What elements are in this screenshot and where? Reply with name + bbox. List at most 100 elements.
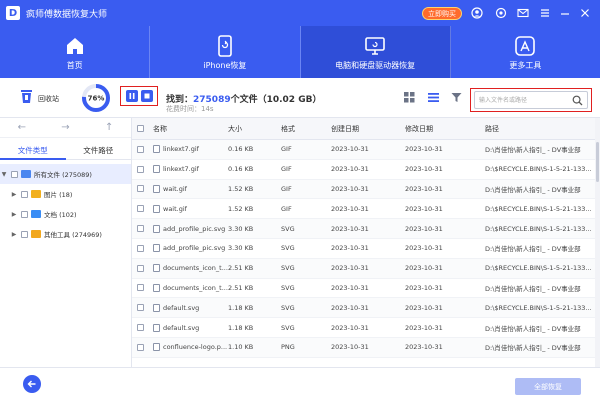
checkbox[interactable] xyxy=(11,170,18,178)
row-checkbox[interactable] xyxy=(137,343,144,351)
tree-item-other[interactable]: ▶ 其他工具 (274969) xyxy=(0,224,131,244)
file-name: confluence-logo.p... xyxy=(163,343,228,352)
checkbox[interactable] xyxy=(21,190,28,198)
row-checkbox[interactable] xyxy=(137,304,144,312)
recover-all-button[interactable]: 全部恢复 xyxy=(515,378,581,395)
file-size: 1.52 KB xyxy=(228,184,254,193)
nav-item-pc-recovery[interactable]: 电脑和硬盘驱动器恢复 xyxy=(300,26,451,78)
home-icon xyxy=(64,34,86,58)
row-checkbox[interactable] xyxy=(137,264,144,272)
stop-button[interactable] xyxy=(140,90,153,102)
file-path: D:\肖佳怡\新人指引_ - DV事业部 xyxy=(485,284,581,293)
mail-icon[interactable] xyxy=(516,6,530,20)
row-checkbox[interactable] xyxy=(137,165,144,173)
close-icon[interactable] xyxy=(578,6,592,20)
header-format[interactable]: 格式 xyxy=(281,124,331,134)
user-icon[interactable] xyxy=(470,6,484,20)
buy-now-button[interactable]: 立即购买 xyxy=(422,7,462,20)
header-size[interactable]: 大小 xyxy=(228,124,281,134)
row-checkbox[interactable] xyxy=(137,205,144,213)
file-icon xyxy=(153,323,160,332)
row-checkbox[interactable] xyxy=(137,284,144,292)
row-checkbox[interactable] xyxy=(137,225,144,233)
modified-date: 2023-10-31 xyxy=(405,145,443,154)
modified-date: 2023-10-31 xyxy=(405,165,443,174)
row-checkbox[interactable] xyxy=(137,244,144,252)
app-title: 疯师傅数据恢复大师 xyxy=(26,9,108,20)
table-row[interactable]: add_profile_pic.svg 3.30 KB SVG 2023-10-31 2… xyxy=(132,239,600,259)
nav-item-label: iPhone恢复 xyxy=(203,60,247,70)
expand-right-icon[interactable]: ▶ xyxy=(10,191,18,198)
file-format: SVG xyxy=(281,264,295,273)
nav-item-iphone[interactable]: iPhone恢复 xyxy=(150,26,301,78)
table-row[interactable]: documents_icon_t... 2.51 KB SVG 2023-10-31 2… xyxy=(132,279,600,299)
file-path: D:\$RECYCLE.BIN\S-1-5-21-133... xyxy=(485,224,592,233)
list-view-icon[interactable] xyxy=(428,92,439,105)
checkbox[interactable] xyxy=(21,210,28,218)
row-checkbox[interactable] xyxy=(137,324,144,332)
created-date: 2023-10-31 xyxy=(331,323,369,332)
file-format: SVG xyxy=(281,224,295,233)
file-name: default.svg xyxy=(163,303,200,312)
file-name: wait.gif xyxy=(163,184,187,193)
vertical-scrollbar[interactable] xyxy=(595,118,600,367)
modified-date: 2023-10-31 xyxy=(405,244,443,253)
pause-button[interactable] xyxy=(125,90,138,102)
nav-item-label: 首页 xyxy=(66,60,83,70)
minimize-icon[interactable] xyxy=(558,6,572,20)
table-row[interactable]: confluence-logo.p... 1.10 KB PNG 2023-10-31… xyxy=(132,337,600,358)
forward-arrow-icon[interactable]: → xyxy=(61,122,69,133)
file-name: wait.gif xyxy=(163,204,187,213)
nav-item-home[interactable]: 首页 xyxy=(0,26,151,78)
file-table: 名称 大小 格式 创建日期 修改日期 路径 linkext7.gif 0.16 K… xyxy=(132,118,600,367)
header-modified[interactable]: 修改日期 xyxy=(405,124,485,134)
table-row[interactable]: default.svg 1.18 KB SVG 2023-10-31 2023-10-3… xyxy=(132,298,600,319)
file-icon xyxy=(153,224,160,233)
checkbox[interactable] xyxy=(21,230,28,238)
back-arrow-icon[interactable]: ← xyxy=(18,122,26,133)
scroll-thumb[interactable] xyxy=(596,142,599,182)
table-row[interactable]: wait.gif 1.52 KB GIF 2023-10-31 2023-10-31 D:… xyxy=(132,199,600,220)
table-row[interactable]: documents_icon_t... 2.51 KB SVG 2023-10-31 2… xyxy=(132,258,600,279)
tree-item-images[interactable]: ▶ 图片 (18) xyxy=(0,184,131,204)
tree-item-documents[interactable]: ▶ 文档 (102) xyxy=(0,204,131,224)
table-row[interactable]: default.svg 1.18 KB SVG 2023-10-31 2023-10-3… xyxy=(132,318,600,338)
file-format: GIF xyxy=(281,204,292,213)
table-row[interactable]: linkext7.gif 0.16 KB GIF 2023-10-31 2023-10-… xyxy=(132,160,600,180)
header-created[interactable]: 创建日期 xyxy=(331,124,405,134)
table-row[interactable]: linkext7.gif 0.16 KB GIF 2023-10-31 2023-10-… xyxy=(132,140,600,160)
grid-view-icon[interactable] xyxy=(404,92,415,105)
file-icon xyxy=(153,145,160,154)
file-size: 3.30 KB xyxy=(228,224,254,233)
row-checkbox[interactable] xyxy=(137,145,144,153)
up-arrow-icon[interactable]: ↑ xyxy=(105,122,113,133)
table-row[interactable]: wait.gif 1.52 KB GIF 2023-10-31 2023-10-31 D:… xyxy=(132,179,600,200)
file-format: SVG xyxy=(281,303,295,312)
created-date: 2023-10-31 xyxy=(331,343,369,352)
header-path[interactable]: 路径 xyxy=(485,124,595,134)
expand-down-icon[interactable]: ▼ xyxy=(0,171,8,178)
table-row[interactable]: add_profile_pic.svg 3.30 KB SVG 2023-10-31 2… xyxy=(132,219,600,239)
modified-date: 2023-10-31 xyxy=(405,343,443,352)
settings-icon[interactable] xyxy=(494,6,508,20)
select-all-checkbox[interactable] xyxy=(137,125,144,132)
file-format: PNG xyxy=(281,343,295,352)
file-path: D:\肖佳怡\新人指引_ - DV事业部 xyxy=(485,324,581,333)
expand-right-icon[interactable]: ▶ xyxy=(10,211,18,218)
expand-right-icon[interactable]: ▶ xyxy=(10,231,18,238)
tree-item-label: 图片 (18) xyxy=(44,191,73,199)
phone-icon xyxy=(217,34,233,58)
back-button[interactable] xyxy=(23,375,41,393)
header-name[interactable]: 名称 xyxy=(149,124,228,134)
filter-icon[interactable] xyxy=(451,92,462,105)
tree-item-all-files[interactable]: ▼ 所有文件 (275089) xyxy=(0,164,131,184)
file-size: 1.18 KB xyxy=(228,323,254,332)
tab-file-path[interactable]: 文件路径 xyxy=(65,142,131,160)
search-input[interactable] xyxy=(479,95,569,106)
nav-item-more-tools[interactable]: 更多工具 xyxy=(451,26,600,78)
menu-icon[interactable] xyxy=(538,6,552,20)
file-format: SVG xyxy=(281,244,295,253)
row-checkbox[interactable] xyxy=(137,185,144,193)
search-icon[interactable] xyxy=(572,95,583,106)
tab-file-type[interactable]: 文件类型 xyxy=(0,142,66,160)
